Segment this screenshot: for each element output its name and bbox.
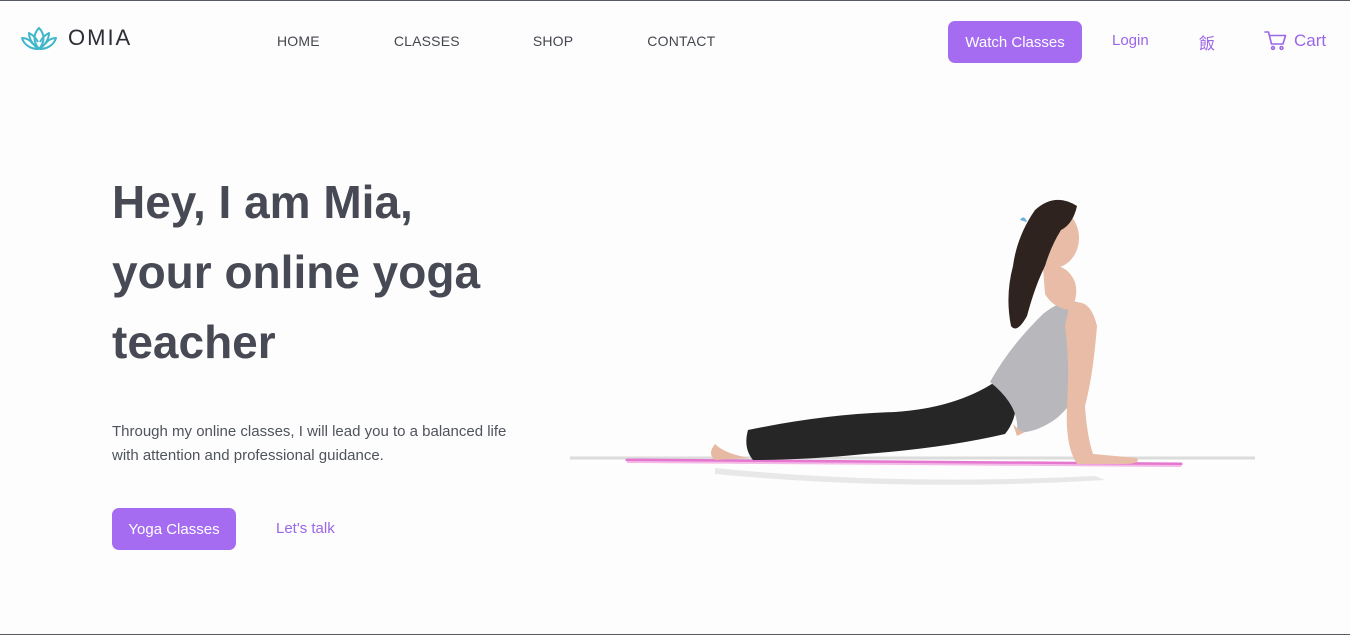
nav-item-contact[interactable]: CONTACT: [647, 33, 715, 49]
login-link[interactable]: Login: [1112, 32, 1149, 49]
hero-title: Hey, I am Mia, your online yoga teacher: [112, 167, 532, 377]
nav-item-shop[interactable]: SHOP: [533, 33, 573, 49]
hero-title-line: Hey, I am Mia,: [112, 176, 413, 228]
lotus-icon: [20, 25, 58, 51]
hero-description: Through my online classes, I will lead y…: [112, 423, 507, 464]
hero-title-line: your online yoga: [112, 246, 481, 298]
main-nav: HOME CLASSES SHOP CONTACT: [277, 33, 715, 49]
cart-icon: [1264, 30, 1287, 51]
page: OMIA HOME CLASSES SHOP CONTACT Watch Cla…: [0, 0, 1350, 635]
nav-item-classes[interactable]: CLASSES: [394, 33, 460, 49]
brand-logo[interactable]: OMIA: [20, 25, 132, 51]
brand-name: OMIA: [68, 25, 133, 50]
language-switcher[interactable]: 飯: [1199, 30, 1215, 54]
cart-label: Cart: [1294, 30, 1327, 50]
site-header: OMIA HOME CLASSES SHOP CONTACT Watch Cla…: [0, 1, 1350, 81]
watch-classes-button[interactable]: Watch Classes: [948, 21, 1082, 63]
yoga-classes-button[interactable]: Yoga Classes: [112, 508, 236, 550]
hero-title-line: teacher: [112, 316, 276, 368]
cart-link[interactable]: Cart: [1264, 30, 1326, 51]
hero-image: [565, 186, 1265, 496]
nav-item-home[interactable]: HOME: [277, 33, 320, 49]
lets-talk-link[interactable]: Let's talk: [276, 520, 335, 537]
